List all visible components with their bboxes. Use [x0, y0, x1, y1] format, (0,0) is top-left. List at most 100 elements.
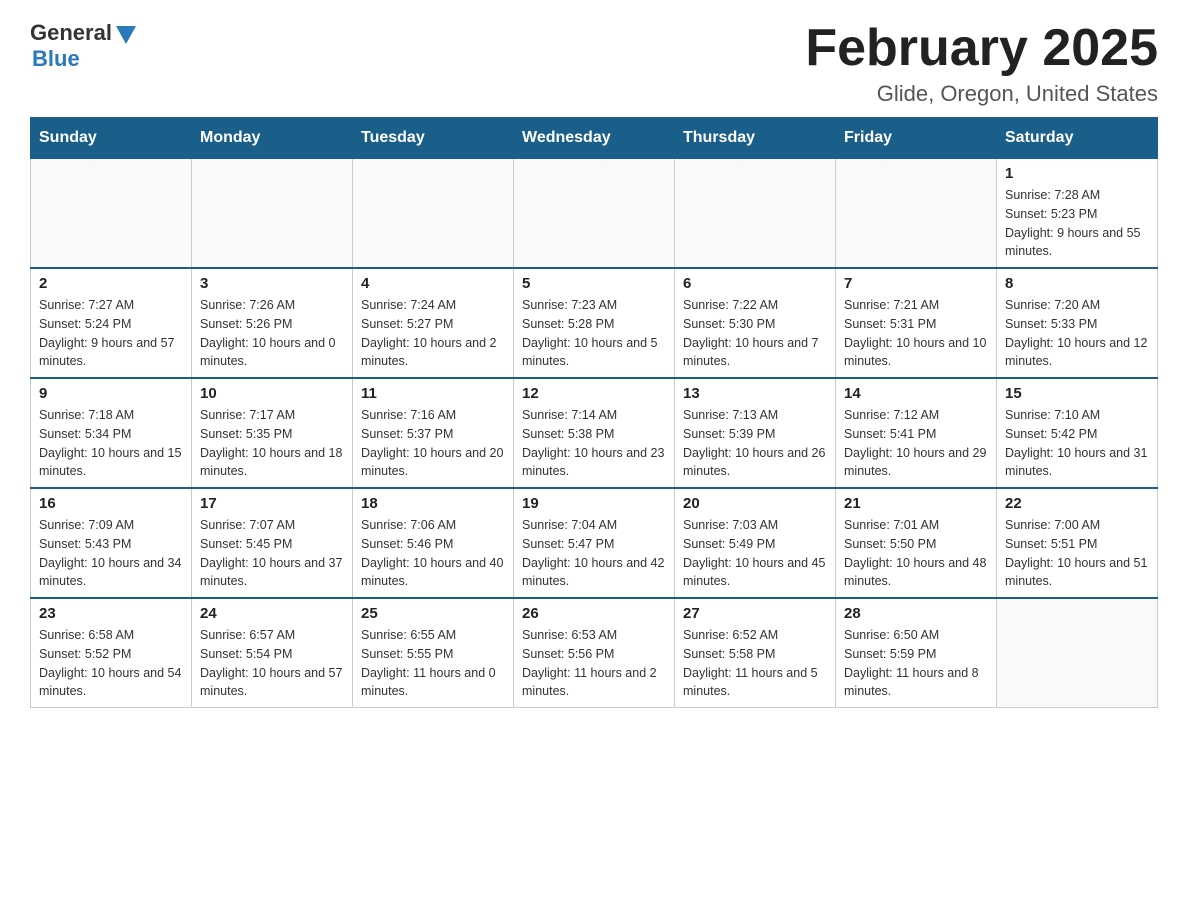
logo-general-text: General: [30, 20, 112, 46]
day-number: 23: [39, 605, 183, 622]
weekday-header-wednesday: Wednesday: [514, 118, 675, 158]
page-header: General Blue February 2025 Glide, Oregon…: [30, 20, 1158, 107]
calendar-cell: 21 Sunrise: 7:01 AMSunset: 5:50 PMDayligh…: [836, 488, 997, 598]
calendar-header-row: SundayMondayTuesdayWednesdayThursdayFrid…: [31, 118, 1158, 158]
day-info: Sunrise: 7:16 AMSunset: 5:37 PMDaylight:…: [361, 406, 505, 481]
day-number: 11: [361, 385, 505, 402]
day-number: 2: [39, 275, 183, 292]
calendar-title: February 2025: [805, 20, 1158, 77]
day-number: 4: [361, 275, 505, 292]
calendar-cell: 10 Sunrise: 7:17 AMSunset: 5:35 PMDayligh…: [192, 378, 353, 488]
weekday-header-sunday: Sunday: [31, 118, 192, 158]
day-info: Sunrise: 6:53 AMSunset: 5:56 PMDaylight:…: [522, 626, 666, 701]
calendar-cell: 22Sunrise: 7:00 AMSunset: 5:51 PMDayligh…: [997, 488, 1158, 598]
calendar-cell: 23 Sunrise: 6:58 AMSunset: 5:52 PMDayligh…: [31, 598, 192, 708]
calendar-cell: 3 Sunrise: 7:26 AMSunset: 5:26 PMDaylight…: [192, 268, 353, 378]
day-info: Sunrise: 6:52 AMSunset: 5:58 PMDaylight:…: [683, 626, 827, 701]
day-info: Sunrise: 7:07 AMSunset: 5:45 PMDaylight:…: [200, 516, 344, 591]
day-number: 16: [39, 495, 183, 512]
day-number: 7: [844, 275, 988, 292]
day-info: Sunrise: 7:04 AMSunset: 5:47 PMDaylight:…: [522, 516, 666, 591]
day-info: Sunrise: 7:10 AMSunset: 5:42 PMDaylight:…: [1005, 406, 1149, 481]
day-info: Sunrise: 7:13 AMSunset: 5:39 PMDaylight:…: [683, 406, 827, 481]
day-number: 5: [522, 275, 666, 292]
day-info: Sunrise: 7:24 AMSunset: 5:27 PMDaylight:…: [361, 296, 505, 371]
day-number: 3: [200, 275, 344, 292]
calendar-cell: [836, 158, 997, 268]
day-info: Sunrise: 6:57 AMSunset: 5:54 PMDaylight:…: [200, 626, 344, 701]
day-info: Sunrise: 7:12 AMSunset: 5:41 PMDaylight:…: [844, 406, 988, 481]
calendar-cell: 6 Sunrise: 7:22 AMSunset: 5:30 PMDaylight…: [675, 268, 836, 378]
day-info: Sunrise: 7:26 AMSunset: 5:26 PMDaylight:…: [200, 296, 344, 371]
weekday-header-saturday: Saturday: [997, 118, 1158, 158]
calendar-cell: 1Sunrise: 7:28 AMSunset: 5:23 PMDaylight…: [997, 158, 1158, 268]
calendar-cell: [31, 158, 192, 268]
calendar-cell: 24 Sunrise: 6:57 AMSunset: 5:54 PMDayligh…: [192, 598, 353, 708]
day-info: Sunrise: 7:03 AMSunset: 5:49 PMDaylight:…: [683, 516, 827, 591]
calendar-cell: [997, 598, 1158, 708]
calendar-week-row: 9 Sunrise: 7:18 AMSunset: 5:34 PMDaylight…: [31, 378, 1158, 488]
calendar-cell: 28 Sunrise: 6:50 AMSunset: 5:59 PMDayligh…: [836, 598, 997, 708]
calendar-location: Glide, Oregon, United States: [805, 81, 1158, 107]
calendar-cell: 27 Sunrise: 6:52 AMSunset: 5:58 PMDayligh…: [675, 598, 836, 708]
calendar-cell: 19 Sunrise: 7:04 AMSunset: 5:47 PMDayligh…: [514, 488, 675, 598]
day-info: Sunrise: 6:58 AMSunset: 5:52 PMDaylight:…: [39, 626, 183, 701]
weekday-header-thursday: Thursday: [675, 118, 836, 158]
day-number: 28: [844, 605, 988, 622]
calendar-cell: 7 Sunrise: 7:21 AMSunset: 5:31 PMDaylight…: [836, 268, 997, 378]
day-info: Sunrise: 7:22 AMSunset: 5:30 PMDaylight:…: [683, 296, 827, 371]
calendar-cell: 12 Sunrise: 7:14 AMSunset: 5:38 PMDayligh…: [514, 378, 675, 488]
day-info: Sunrise: 7:14 AMSunset: 5:38 PMDaylight:…: [522, 406, 666, 481]
day-number: 20: [683, 495, 827, 512]
title-block: February 2025 Glide, Oregon, United Stat…: [805, 20, 1158, 107]
day-info: Sunrise: 6:50 AMSunset: 5:59 PMDaylight:…: [844, 626, 988, 701]
calendar-week-row: 1Sunrise: 7:28 AMSunset: 5:23 PMDaylight…: [31, 158, 1158, 268]
day-number: 8: [1005, 275, 1149, 292]
day-number: 6: [683, 275, 827, 292]
calendar-cell: 26 Sunrise: 6:53 AMSunset: 5:56 PMDayligh…: [514, 598, 675, 708]
day-info: Sunrise: 7:18 AMSunset: 5:34 PMDaylight:…: [39, 406, 183, 481]
day-info: Sunrise: 7:06 AMSunset: 5:46 PMDaylight:…: [361, 516, 505, 591]
calendar-cell: 13 Sunrise: 7:13 AMSunset: 5:39 PMDayligh…: [675, 378, 836, 488]
calendar-cell: [353, 158, 514, 268]
logo: General Blue: [30, 20, 136, 72]
day-number: 14: [844, 385, 988, 402]
day-info: Sunrise: 7:27 AMSunset: 5:24 PMDaylight:…: [39, 296, 183, 371]
day-info: Sunrise: 7:01 AMSunset: 5:50 PMDaylight:…: [844, 516, 988, 591]
logo-triangle-icon: [116, 26, 136, 44]
day-info: Sunrise: 7:28 AMSunset: 5:23 PMDaylight:…: [1005, 186, 1149, 261]
calendar-cell: 11 Sunrise: 7:16 AMSunset: 5:37 PMDayligh…: [353, 378, 514, 488]
calendar-cell: 2 Sunrise: 7:27 AMSunset: 5:24 PMDaylight…: [31, 268, 192, 378]
calendar-cell: 16Sunrise: 7:09 AMSunset: 5:43 PMDayligh…: [31, 488, 192, 598]
day-number: 26: [522, 605, 666, 622]
day-number: 21: [844, 495, 988, 512]
day-info: Sunrise: 7:23 AMSunset: 5:28 PMDaylight:…: [522, 296, 666, 371]
day-number: 24: [200, 605, 344, 622]
calendar-cell: 4 Sunrise: 7:24 AMSunset: 5:27 PMDaylight…: [353, 268, 514, 378]
calendar-cell: 8 Sunrise: 7:20 AMSunset: 5:33 PMDaylight…: [997, 268, 1158, 378]
day-number: 27: [683, 605, 827, 622]
day-number: 25: [361, 605, 505, 622]
day-number: 10: [200, 385, 344, 402]
calendar-cell: 18 Sunrise: 7:06 AMSunset: 5:46 PMDayligh…: [353, 488, 514, 598]
day-number: 12: [522, 385, 666, 402]
day-info: Sunrise: 7:20 AMSunset: 5:33 PMDaylight:…: [1005, 296, 1149, 371]
day-number: 17: [200, 495, 344, 512]
calendar-cell: 25 Sunrise: 6:55 AMSunset: 5:55 PMDayligh…: [353, 598, 514, 708]
calendar-cell: 9 Sunrise: 7:18 AMSunset: 5:34 PMDaylight…: [31, 378, 192, 488]
day-number: 13: [683, 385, 827, 402]
calendar-cell: [675, 158, 836, 268]
calendar-cell: 14 Sunrise: 7:12 AMSunset: 5:41 PMDayligh…: [836, 378, 997, 488]
day-number: 19: [522, 495, 666, 512]
day-info: Sunrise: 6:55 AMSunset: 5:55 PMDaylight:…: [361, 626, 505, 701]
day-info: Sunrise: 7:21 AMSunset: 5:31 PMDaylight:…: [844, 296, 988, 371]
weekday-header-monday: Monday: [192, 118, 353, 158]
day-number: 18: [361, 495, 505, 512]
logo-blue-text: Blue: [32, 46, 80, 72]
day-number: 9: [39, 385, 183, 402]
calendar-cell: 5 Sunrise: 7:23 AMSunset: 5:28 PMDaylight…: [514, 268, 675, 378]
day-number: 15: [1005, 385, 1149, 402]
day-info: Sunrise: 7:17 AMSunset: 5:35 PMDaylight:…: [200, 406, 344, 481]
calendar-week-row: 2 Sunrise: 7:27 AMSunset: 5:24 PMDaylight…: [31, 268, 1158, 378]
calendar-cell: 17 Sunrise: 7:07 AMSunset: 5:45 PMDayligh…: [192, 488, 353, 598]
